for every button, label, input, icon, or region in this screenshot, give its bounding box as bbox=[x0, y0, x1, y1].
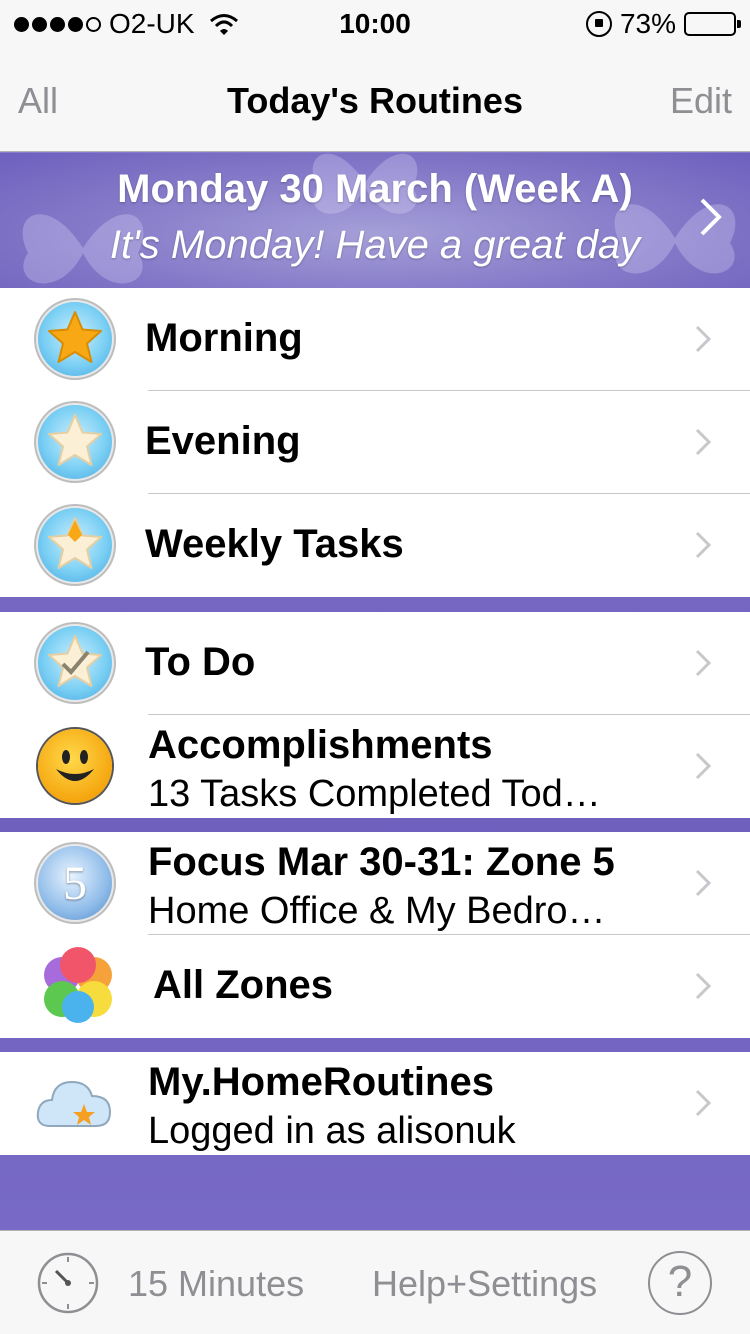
routine-label: Evening bbox=[145, 419, 301, 463]
help-settings-button[interactable]: Help+Settings bbox=[372, 1263, 597, 1305]
accomplishments-title: Accomplishments bbox=[148, 723, 493, 767]
help-question-icon[interactable]: ? bbox=[648, 1251, 712, 1315]
checkmark-star-icon bbox=[38, 626, 112, 700]
zone-number-icon: 5 bbox=[38, 846, 112, 920]
navigation-bar: All Today's Routines Edit bbox=[0, 52, 750, 152]
banner-message: It's Monday! Have a great day bbox=[109, 223, 641, 267]
chevron-right-icon bbox=[695, 972, 712, 1000]
zones-group: 5 Focus Mar 30-31: Zone 5 Home Office & … bbox=[0, 832, 750, 1038]
star-icon bbox=[38, 405, 112, 479]
banner-date: Monday 30 March (Week A) bbox=[117, 167, 633, 211]
focus-subtitle: Home Office & My Bedro… bbox=[148, 890, 606, 932]
chevron-right-icon bbox=[695, 649, 712, 677]
date-banner[interactable]: Monday 30 March (Week A) It's Monday! Ha… bbox=[0, 153, 750, 288]
color-circles-icon bbox=[36, 945, 120, 1029]
focus-title: Focus Mar 30-31: Zone 5 bbox=[148, 840, 615, 884]
chevron-right-icon bbox=[695, 869, 712, 897]
star-icon bbox=[38, 302, 112, 376]
chevron-right-icon bbox=[700, 198, 722, 236]
routine-row-morning[interactable]: Morning bbox=[0, 288, 750, 391]
focus-zone-row[interactable]: 5 Focus Mar 30-31: Zone 5 Home Office & … bbox=[0, 832, 750, 935]
tasks-group: To Do Accomplishments 13 Tasks Completed… bbox=[0, 612, 750, 818]
cloud-icon bbox=[34, 1068, 114, 1138]
accomplishments-row[interactable]: Accomplishments 13 Tasks Completed Tod… bbox=[0, 715, 750, 818]
app-screen: O2-UK 10:00 73% All Today's Routines Edi… bbox=[0, 0, 750, 1334]
bottom-toolbar: 15 Minutes Help+Settings ? bbox=[0, 1230, 750, 1334]
routine-label: Morning bbox=[145, 316, 303, 360]
chevron-right-icon bbox=[695, 1089, 712, 1117]
chevron-right-icon bbox=[695, 325, 712, 353]
routine-row-evening[interactable]: Evening bbox=[0, 391, 750, 494]
todo-row[interactable]: To Do bbox=[0, 612, 750, 715]
zone-number: 5 bbox=[63, 857, 87, 910]
edit-button[interactable]: Edit bbox=[670, 80, 732, 122]
account-subtitle: Logged in as alisonuk bbox=[148, 1110, 516, 1152]
chevron-right-icon bbox=[695, 531, 712, 559]
timer-button[interactable]: 15 Minutes bbox=[128, 1263, 304, 1305]
smiley-icon bbox=[38, 729, 112, 803]
account-group: My.HomeRoutines Logged in as alisonuk bbox=[0, 1052, 750, 1155]
all-zones-row[interactable]: All Zones bbox=[0, 935, 750, 1038]
chevron-right-icon bbox=[695, 428, 712, 456]
todo-label: To Do bbox=[145, 640, 256, 684]
status-bar: O2-UK 10:00 73% bbox=[0, 0, 750, 52]
routine-row-weekly-tasks[interactable]: Weekly Tasks bbox=[0, 494, 750, 597]
routine-label: Weekly Tasks bbox=[145, 522, 404, 566]
account-title: My.HomeRoutines bbox=[148, 1060, 494, 1104]
routines-group: Morning Evening Weekly Tasks bbox=[0, 288, 750, 597]
battery-percent: 73% bbox=[619, 8, 676, 39]
accomplishments-subtitle: 13 Tasks Completed Tod… bbox=[148, 773, 601, 815]
page-title: Today's Routines bbox=[227, 80, 523, 121]
chevron-right-icon bbox=[695, 752, 712, 780]
timer-icon[interactable] bbox=[36, 1251, 100, 1315]
rotation-lock-icon bbox=[585, 11, 612, 37]
account-row[interactable]: My.HomeRoutines Logged in as alisonuk bbox=[0, 1052, 750, 1155]
battery-icon bbox=[684, 12, 741, 36]
star-icon bbox=[38, 508, 112, 582]
all-zones-label: All Zones bbox=[153, 963, 334, 1007]
